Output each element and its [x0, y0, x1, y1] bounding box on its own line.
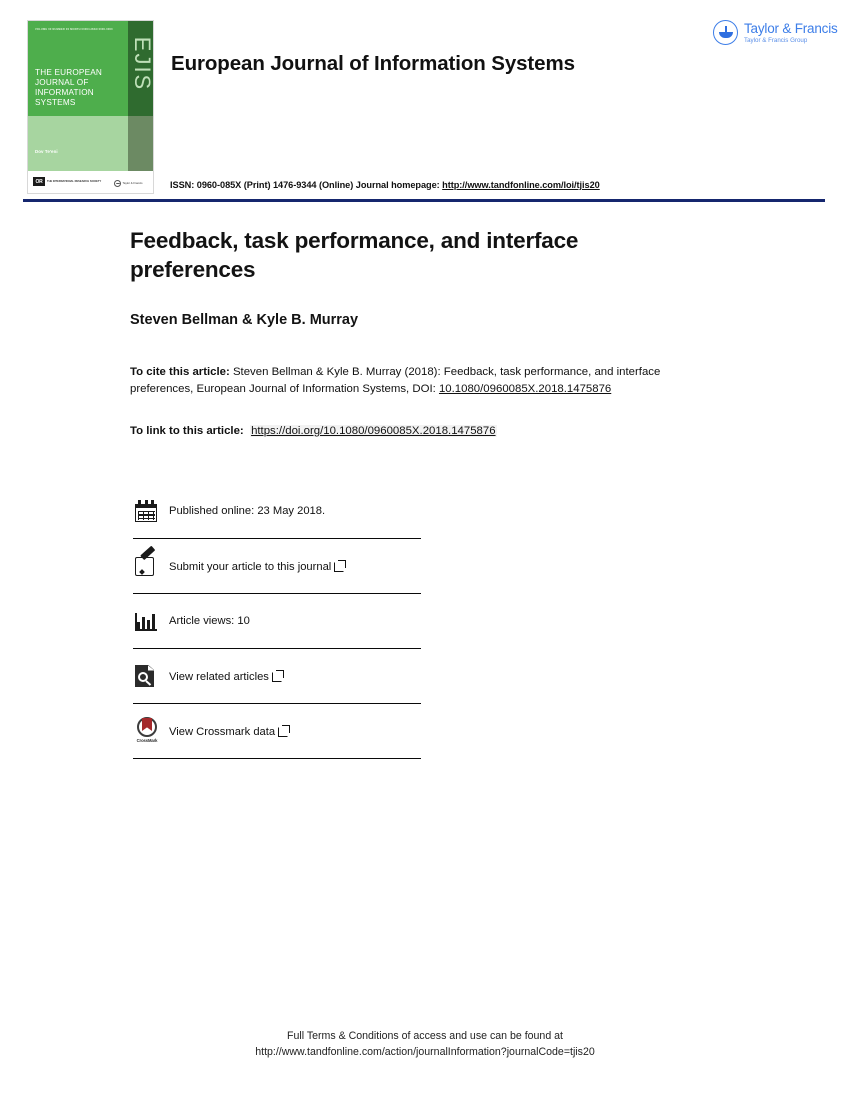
journal-homepage-link[interactable]: http://www.tandfonline.com/loi/tjis20 — [442, 180, 600, 190]
footer-terms-line: Full Terms & Conditions of access and us… — [287, 1030, 563, 1042]
taylor-francis-roundel-icon — [114, 180, 121, 187]
taylor-francis-name: Taylor & Francis — [744, 20, 838, 36]
article-views-label: Article views: 10 — [169, 615, 250, 627]
citation-block: To cite this article: Steven Bellman & K… — [130, 364, 670, 397]
crossmark-icon: CrossMark — [133, 717, 159, 745]
cover-publisher-logo: Taylor & Francis — [114, 180, 143, 187]
view-related-text: View related articles — [169, 670, 269, 683]
article-link-block: To link to this article: https://doi.org… — [130, 423, 670, 440]
view-crossmark-text: View Crossmark data — [169, 725, 276, 738]
link-label: To link to this article: — [130, 425, 244, 437]
journal-title: European Journal of Information Systems — [171, 52, 575, 75]
cover-panel-lower — [28, 116, 128, 171]
footer-url-line[interactable]: http://www.tandfonline.com/action/journa… — [0, 1044, 850, 1060]
article-title: Feedback, task performance, and interfac… — [130, 228, 579, 282]
cover-spine-text: EJIS — [130, 36, 154, 92]
page-header: VOLUME 00 NUMBER 00 MONTH 0000\nISSN 000… — [0, 0, 850, 210]
published-online-label: Published online: 23 May 2018. — [169, 505, 326, 517]
article-doi-url[interactable]: https://doi.org/10.1080/0960085X.2018.14… — [250, 425, 497, 437]
meta-row-crossmark[interactable]: CrossMark View Crossmark data — [133, 704, 421, 759]
view-crossmark-label[interactable]: View Crossmark data — [169, 724, 291, 738]
bar-chart-icon — [133, 607, 159, 635]
citation-doi-link[interactable]: 10.1080/0960085X.2018.1475876 — [439, 383, 611, 395]
external-link-icon — [278, 724, 291, 737]
calendar-icon — [133, 497, 159, 525]
society-name-text: THE INTERNATIONAL RESEARCH SOCIETY — [47, 179, 102, 183]
view-related-label[interactable]: View related articles — [169, 669, 284, 683]
society-mark-icon: OR — [33, 177, 45, 186]
crossmark-wordmark: CrossMark — [136, 738, 158, 743]
taylor-francis-wordmark: Taylor & Francis Taylor & Francis Group — [744, 21, 838, 45]
external-link-icon — [334, 559, 347, 572]
taylor-francis-roundel-icon — [713, 20, 738, 45]
cover-journal-title: THE EUROPEAN JOURNAL OF INFORMATION SYST… — [35, 68, 103, 107]
submit-article-label[interactable]: Submit your article to this journal — [169, 559, 347, 573]
taylor-francis-logo: Taylor & Francis Taylor & Francis Group — [713, 20, 838, 45]
article-authors: Steven Bellman & Kyle B. Murray — [130, 312, 359, 328]
submit-article-text: Submit your article to this journal — [169, 560, 332, 573]
meta-row-submit[interactable]: Submit your article to this journal — [133, 539, 421, 594]
pencil-square-icon — [133, 545, 159, 580]
cover-editor-name: Dov Te'eni — [35, 149, 58, 154]
taylor-francis-group: Taylor & Francis Group — [744, 36, 808, 44]
cover-society-logo: OR THE INTERNATIONAL RESEARCH SOCIETY — [33, 177, 101, 186]
citation-label: To cite this article: — [130, 366, 230, 378]
journal-cover-image: VOLUME 00 NUMBER 00 MONTH 0000\nISSN 000… — [27, 20, 154, 194]
header-divider — [23, 199, 825, 202]
meta-row-related[interactable]: View related articles — [133, 649, 421, 704]
cover-spine-letters: EJIS — [128, 21, 154, 116]
cover-publisher-name: Taylor & Francis — [122, 180, 143, 185]
issn-line: ISSN: 0960-085X (Print) 1476-9344 (Onlin… — [170, 180, 600, 190]
page-root: VOLUME 00 NUMBER 00 MONTH 0000\nISSN 000… — [0, 0, 850, 1117]
issn-prefix: ISSN: 0960-085X (Print) 1476-9344 (Onlin… — [170, 180, 443, 190]
external-link-icon — [271, 669, 284, 682]
page-footer: Full Terms & Conditions of access and us… — [0, 1028, 850, 1060]
cover-panel-spine-bottom — [128, 116, 153, 171]
meta-row-published: Published online: 23 May 2018. — [133, 484, 421, 539]
article-metadata-list: Published online: 23 May 2018. Submit yo… — [133, 484, 421, 759]
cover-volume-text: VOLUME 00 NUMBER 00 MONTH 0000\nISSN 000… — [35, 28, 113, 31]
document-search-icon — [133, 662, 159, 690]
meta-row-views: Article views: 10 — [133, 594, 421, 649]
